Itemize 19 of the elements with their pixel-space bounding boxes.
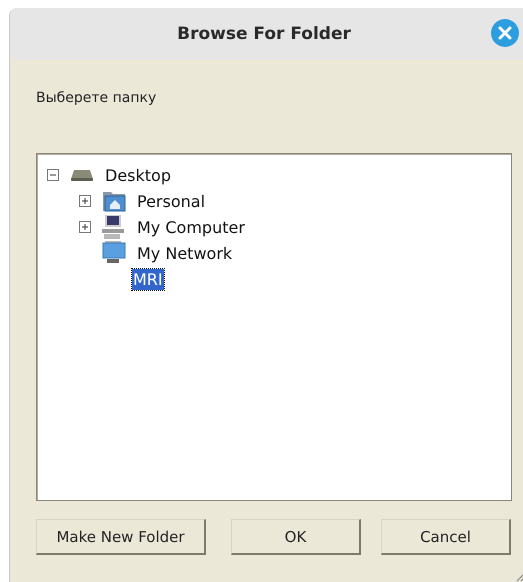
home-folder-icon (102, 190, 126, 212)
window-title: Browse For Folder (177, 24, 351, 44)
computer-icon (102, 215, 126, 239)
drive-icon (70, 168, 94, 182)
collapse-icon[interactable] (47, 169, 59, 181)
network-folder-icon (102, 241, 126, 265)
dialog-button[interactable]: Cancel (381, 519, 511, 555)
folder-tree[interactable]: Desktop Personal My Computer My Network MRI (36, 153, 512, 501)
dialog-button[interactable]: OK (231, 519, 361, 555)
tree-item[interactable]: My Network (136, 242, 234, 264)
expand-icon[interactable] (79, 221, 91, 233)
expand-icon[interactable] (79, 195, 91, 207)
dialog-button[interactable]: Make New Folder (36, 519, 206, 555)
prompt-label: Выберете папку (36, 90, 158, 106)
tree-item[interactable]: MRI (132, 268, 164, 290)
tree-item[interactable]: My Computer (136, 216, 246, 238)
tree-item[interactable]: Personal (136, 190, 206, 212)
tree-item[interactable]: Desktop (104, 164, 172, 186)
close-icon[interactable] (491, 19, 519, 47)
